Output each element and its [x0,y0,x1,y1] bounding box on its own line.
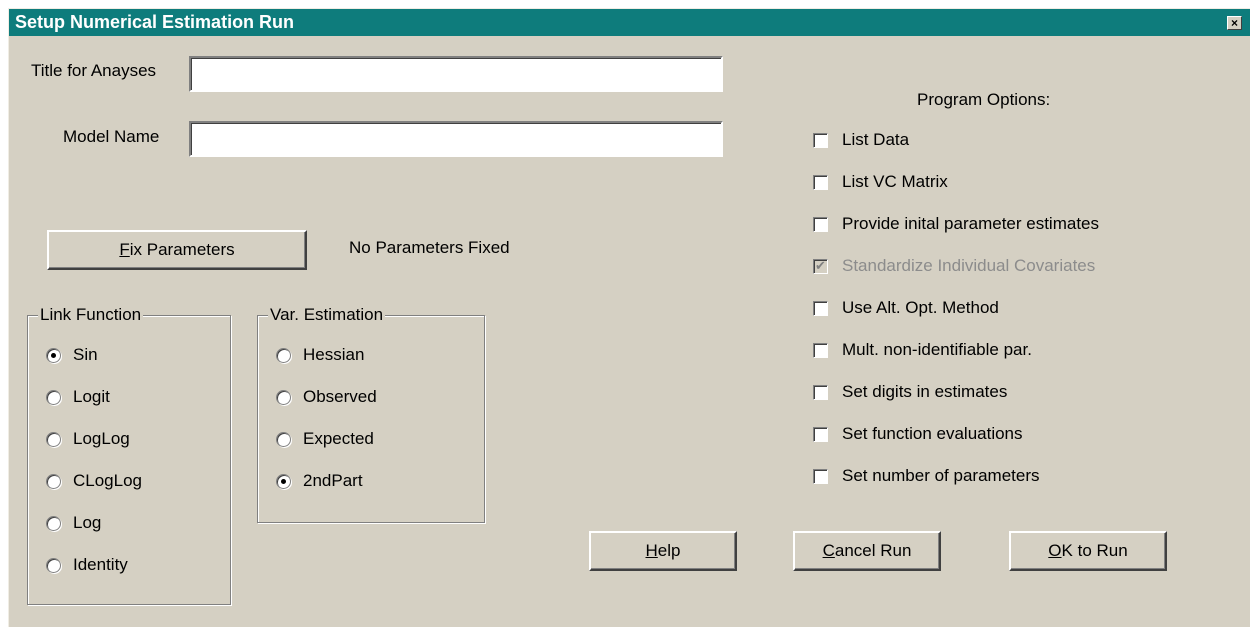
var-estimation-option[interactable]: Observed [276,387,377,407]
close-icon: × [1230,16,1238,30]
dialog-title: Setup Numerical Estimation Run [15,12,295,32]
program-option-item[interactable]: Set number of parameters [813,466,1039,486]
radio-button-icon[interactable] [46,389,61,405]
link-function-group: Link Function Sin Logit LogLog CLogLog Log Id… [27,305,231,605]
ok-to-run-button[interactable]: OK to Run [1009,531,1167,571]
link-function-option[interactable]: LogLog [46,429,130,449]
radio-label: Observed [303,387,377,406]
link-function-option[interactable]: Sin [46,345,98,365]
link-function-title: Link Function [38,305,144,325]
radio-button-icon[interactable] [276,347,291,363]
ok-accel: O [1048,541,1062,560]
program-option-label: List Data [842,130,910,149]
checkbox-icon[interactable] [813,468,828,484]
checkbox-icon[interactable] [813,132,828,148]
cancel-accel: C [822,541,835,560]
program-option-item[interactable]: Provide inital parameter estimates [813,214,1099,234]
program-option-label: Set function evaluations [842,424,1023,443]
link-function-option[interactable]: CLogLog [46,471,142,491]
help-label: elp [657,541,681,560]
link-function-option[interactable]: Logit [46,387,110,407]
fixed-status-text: No Parameters Fixed [349,238,510,257]
radio-button-icon[interactable] [276,431,291,447]
checkbox-icon[interactable] [813,216,828,232]
radio-button-icon[interactable] [46,557,61,573]
program-option-label: Provide inital parameter estimates [842,214,1100,233]
program-option-label: Standardize Individual Covariates [842,256,1096,275]
title-bar[interactable]: Setup Numerical Estimation Run × [9,9,1250,36]
radio-button-icon[interactable] [46,347,61,363]
checkbox-icon[interactable] [813,426,828,442]
radio-label: Hessian [303,345,365,364]
cancel-label: ancel Run [834,541,912,560]
cancel-run-button[interactable]: Cancel Run [793,531,941,571]
model-name-label: Model Name [63,127,160,146]
radio-button-icon[interactable] [276,473,291,489]
program-option-label: List VC Matrix [842,172,948,191]
checkbox-icon[interactable] [813,342,828,358]
program-option-item[interactable]: List Data [813,130,909,150]
program-option-item[interactable]: List VC Matrix [813,172,948,192]
var-estimation-group: Var. Estimation Hessian Observed Expected 2… [257,305,485,523]
fix-parameters-button[interactable]: Fix Parameters [47,230,307,270]
var-estimation-option[interactable]: Hessian [276,345,364,365]
radio-button-icon[interactable] [46,473,61,489]
var-estimation-title: Var. Estimation [268,305,386,325]
checkbox-icon[interactable] [813,384,828,400]
help-button[interactable]: Help [589,531,737,571]
var-estimation-option[interactable]: Expected [276,429,374,449]
radio-label: Log [73,513,102,532]
setup-dialog: Setup Numerical Estimation Run × Title f… [8,8,1250,627]
fix-parameters-accel: F [119,240,130,259]
link-function-option[interactable]: Identity [46,555,128,575]
radio-button-icon[interactable] [276,389,291,405]
radio-label: CLogLog [73,471,143,490]
program-option-item[interactable]: Use Alt. Opt. Method [813,298,999,318]
program-option-item: ✔ Standardize Individual Covariates [813,256,1095,276]
radio-label: Logit [73,387,110,406]
program-options-title: Program Options: [917,90,1051,109]
program-option-item[interactable]: Set digits in estimates [813,382,1007,402]
radio-label: Identity [73,555,128,574]
checkbox-icon[interactable] [813,300,828,316]
program-option-label: Use Alt. Opt. Method [842,298,999,317]
program-option-label: Mult. non-identifiable par. [842,340,1032,359]
radio-label: Expected [303,429,374,448]
link-function-option[interactable]: Log [46,513,101,533]
radio-button-icon[interactable] [46,431,61,447]
radio-label: 2ndPart [303,471,363,490]
program-option-item[interactable]: Mult. non-identifiable par. [813,340,1032,360]
program-option-label: Set number of parameters [842,466,1040,485]
program-option-item[interactable]: Set function evaluations [813,424,1023,444]
title-input[interactable] [189,56,723,92]
program-option-label: Set digits in estimates [842,382,1008,401]
model-name-input[interactable] [189,121,723,157]
fix-parameters-label: ix Parameters [129,240,235,259]
close-button[interactable]: × [1227,16,1242,30]
radio-button-icon[interactable] [46,515,61,531]
title-label: Title for Anayses [31,61,157,80]
var-estimation-option[interactable]: 2ndPart [276,471,363,491]
ok-label: K to Run [1061,541,1128,560]
radio-label: Sin [73,345,98,364]
help-accel: H [645,541,658,560]
checked-checkbox-icon: ✔ [813,258,828,274]
checkbox-icon[interactable] [813,174,828,190]
radio-label: LogLog [73,429,130,448]
